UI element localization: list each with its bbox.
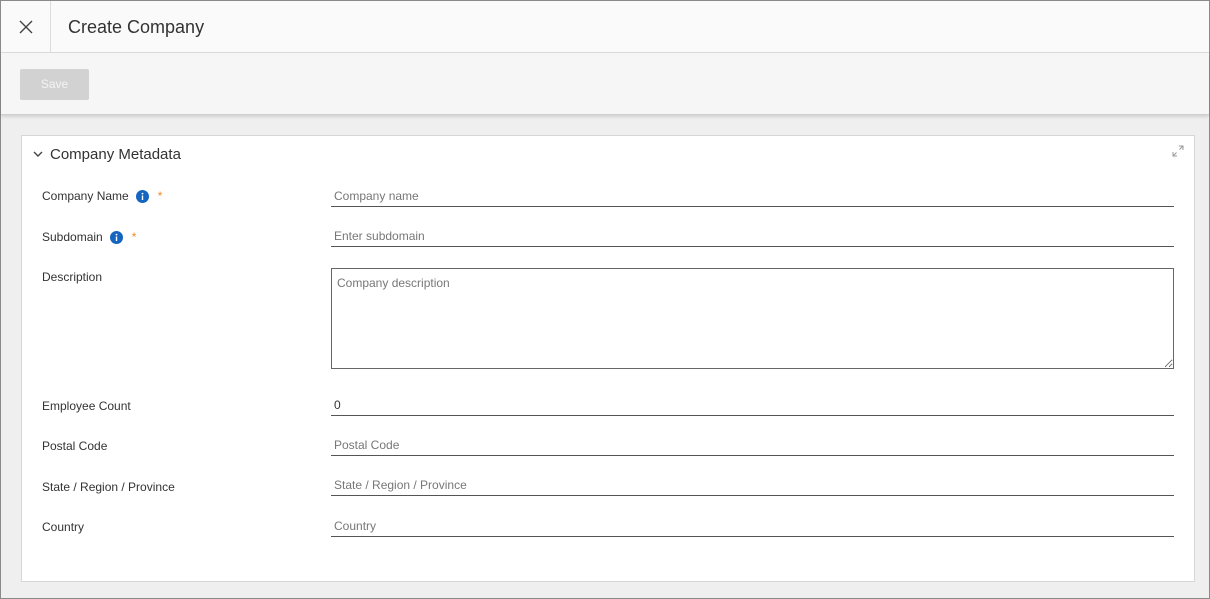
country-label-text: Country	[42, 520, 85, 534]
description-label-text: Description	[42, 270, 103, 284]
country-label: Country	[42, 519, 84, 535]
postal-code-label-text: Postal Code	[42, 439, 108, 453]
info-icon	[135, 189, 149, 203]
expand-button[interactable]	[1172, 144, 1184, 162]
company-name-label-text: Company Name	[42, 189, 129, 203]
create-company-window: Create Company Save Company Metadata Com…	[0, 0, 1210, 599]
chevron-down-icon	[33, 151, 43, 157]
subdomain-label: Subdomain *	[42, 229, 136, 245]
description-label: Description	[42, 269, 102, 285]
state-label: State / Region / Province	[42, 479, 175, 495]
info-icon	[109, 230, 123, 244]
state-input[interactable]	[331, 474, 1174, 496]
save-button[interactable]: Save	[20, 69, 89, 100]
postal-code-input[interactable]	[331, 434, 1174, 456]
close-button[interactable]	[1, 1, 51, 53]
header-bar: Create Company	[1, 1, 1209, 53]
postal-code-label: Postal Code	[42, 438, 107, 454]
toolbar: Save	[1, 53, 1209, 115]
employee-count-label-text: Employee Count	[42, 399, 131, 413]
company-name-label: Company Name *	[42, 188, 162, 204]
page-title: Create Company	[68, 17, 205, 37]
company-metadata-panel: Company Metadata Company Name * Subdomai…	[21, 135, 1195, 582]
required-asterisk: *	[131, 230, 137, 244]
expand-icon	[1172, 145, 1184, 157]
panel-title: Company Metadata	[50, 145, 181, 163]
employee-count-label: Employee Count	[42, 398, 131, 414]
subdomain-info-icon[interactable]	[109, 230, 123, 244]
company-name-info-icon[interactable]	[135, 189, 149, 203]
subdomain-input[interactable]	[331, 225, 1174, 247]
state-label-text: State / Region / Province	[42, 480, 175, 494]
country-input[interactable]	[331, 515, 1174, 537]
employee-count-input[interactable]	[331, 394, 1174, 416]
company-name-input[interactable]	[331, 185, 1174, 207]
close-icon	[19, 20, 32, 34]
panel-collapse-toggle[interactable]: Company Metadata	[32, 144, 181, 164]
subdomain-label-text: Subdomain	[42, 230, 103, 244]
description-textarea[interactable]	[331, 268, 1174, 369]
required-asterisk: *	[157, 189, 163, 203]
